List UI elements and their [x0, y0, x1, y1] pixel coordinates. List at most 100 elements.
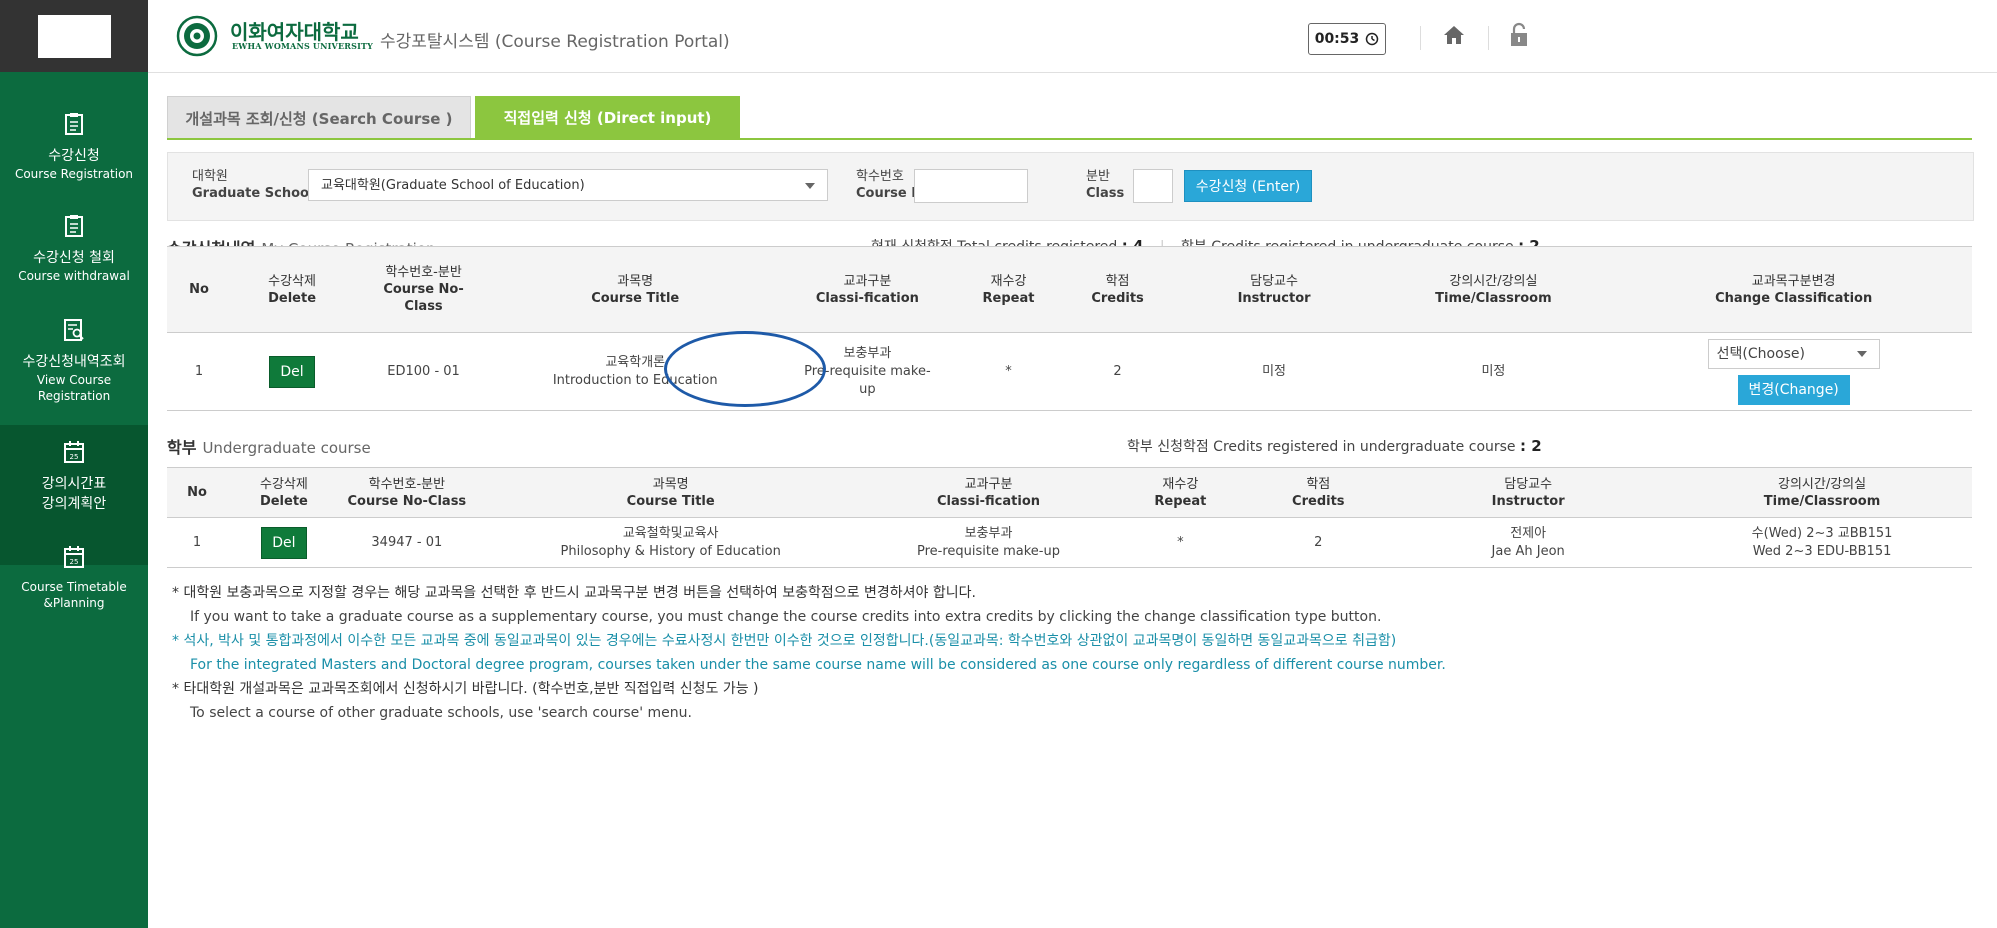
sidebar-item-label-en2: Registration: [37, 389, 111, 403]
enter-registration-button[interactable]: 수강신청 (Enter): [1184, 170, 1312, 202]
home-icon[interactable]: [1443, 24, 1465, 46]
search-doc-icon: [64, 319, 84, 341]
header-ko: 과목명: [617, 273, 654, 289]
svg-text:25: 25: [70, 453, 79, 461]
selected-value: 교육대학원(Graduate School of Education): [321, 178, 585, 193]
header-ko: 담당교수: [1504, 476, 1553, 492]
cell-classification: 보충부과 Pre-requisite make-up: [776, 333, 958, 411]
header-en: Delete: [259, 493, 308, 509]
sidebar-item-view-registration[interactable]: 수강신청내역조회 View Course Registration: [0, 318, 148, 404]
header-ko: 과목명: [652, 476, 689, 492]
col-instructor: 담당교수 Instructor: [1384, 467, 1673, 518]
time-ko: 수(Wed) 2~3 교BB151: [1751, 525, 1893, 541]
sidebar-item-label-ko: 수강신청내역조회: [22, 354, 126, 370]
title-en: Undergraduate course: [202, 439, 371, 457]
cell-delete: Del: [231, 333, 353, 411]
col-time: 강의시간/강의실 Time/Classroom: [1672, 467, 1972, 518]
header-en: Course Title: [626, 493, 715, 509]
my-registration-table: No 수강삭제 Delete 학수번호-분반 Course No- Class 과목명…: [167, 246, 1972, 411]
header-en: Credits: [1292, 493, 1345, 509]
sidebar-item-label-en: Course withdrawal: [18, 269, 130, 283]
sidebar-item-timetable[interactable]: 25 강의시간표 강의계획안: [0, 440, 148, 514]
sidebar-item-label-ko2: 강의계획안: [41, 496, 107, 512]
sidebar-item-label-ko: 수강신청 철회: [33, 250, 115, 266]
tab-underline: [167, 138, 1972, 140]
col-course-no: 학수번호-분반Course No-Class: [340, 467, 473, 518]
session-timer[interactable]: 00:53: [1308, 23, 1386, 55]
class-en: Pre-requisite make-up: [916, 543, 1060, 559]
sidebar-item-course-withdrawal[interactable]: 수강신청 철회 Course withdrawal: [0, 214, 148, 284]
calendar-icon: 25: [64, 441, 84, 463]
cell-repeat: *: [1177, 534, 1184, 550]
header-ko: 교과구분: [964, 476, 1013, 492]
cell-time: 수(Wed) 2~3 교BB151 Wed 2~3 EDU-BB151: [1672, 518, 1972, 568]
col-no: No: [167, 246, 232, 333]
divider: [1488, 26, 1489, 50]
class-input[interactable]: [1133, 169, 1173, 203]
title-en: Philosophy & History of Education: [560, 543, 781, 559]
note-3-ko: * 타대학원 개설과목은 교과목조회에서 신청하시기 바랍니다. (학수번호,분…: [172, 681, 759, 697]
class-ko: 보충부과: [964, 525, 1013, 541]
portal-title: 수강포탈시스템 (Course Registration Portal): [380, 32, 730, 52]
cell-credits: 2: [1113, 363, 1122, 379]
table-row: 1 Del 34947 - 01 교육철학및교육사 Philosophy & Hi…: [167, 518, 1972, 568]
course-no-input[interactable]: [914, 169, 1028, 203]
history-icon: [1366, 32, 1379, 46]
sidebar-item-course-registration[interactable]: 수강신청 Course Registration: [0, 112, 148, 182]
header-ko: 강의시간/강의실: [1777, 476, 1867, 492]
class-label: 분반 Class: [1086, 168, 1124, 202]
cell-delete: Del: [227, 518, 341, 568]
note-1-en: If you want to take a graduate course as…: [190, 609, 1382, 625]
col-credits: 학점 Credits: [1058, 246, 1177, 333]
university-seal-logo[interactable]: [176, 15, 218, 57]
sidebar-item-label-en: Course Registration: [14, 167, 134, 181]
graduate-school-select[interactable]: 교육대학원(Graduate School of Education): [308, 169, 828, 201]
table-row: 1 Del ED100 - 01 교육학개론 Introduction to Ed…: [167, 333, 1972, 411]
label-ko: 대학원: [192, 169, 228, 184]
label-en: Class: [1086, 186, 1125, 201]
sidebar-item-label-ko: 수강신청: [48, 148, 100, 164]
ug-credits-value: : 2: [1520, 437, 1542, 455]
note-3-en: To select a course of other graduate sch…: [190, 705, 692, 721]
header-en: Time/Classroom: [1763, 493, 1881, 509]
col-title: 과목명 Course Title: [494, 246, 777, 333]
time-en: Wed 2~3 EDU-BB151: [1752, 543, 1892, 559]
clipboard-icon: [65, 113, 83, 135]
header-ko: 수강삭제: [268, 273, 316, 289]
classification-select[interactable]: 선택(Choose): [1707, 338, 1880, 369]
header-en2: Class: [404, 299, 443, 314]
cell-no: 1: [194, 363, 204, 379]
title-ko: 교육철학및교육사: [622, 525, 719, 541]
header-ko: 수강삭제: [259, 476, 308, 492]
cell-classification: 보충부과 Pre-requisite make-up: [869, 518, 1109, 568]
note-1-ko: * 대학원 보충과목으로 지정할 경우는 해당 교과목을 선택한 후 반드시 교…: [172, 585, 976, 601]
cell-course-no: ED100 - 01: [387, 363, 460, 379]
graduate-school-label: 대학원 Graduate School: [192, 168, 313, 202]
logo-placeholder: [38, 15, 111, 58]
cell-change-classification: 선택(Choose) 변경(Change): [1615, 333, 1972, 411]
table-header-row: No 수강삭제Delete 학수번호-분반 Course No- Class 과목명…: [167, 246, 1972, 333]
change-classification-button[interactable]: 변경(Change): [1737, 374, 1850, 405]
sidebar-item-label-en: Course Timetable: [21, 580, 127, 594]
header-ko: 학수번호-분반: [368, 476, 446, 492]
header-en: Repeat: [1154, 493, 1207, 509]
instructor-ko: 전제아: [1510, 525, 1547, 541]
header-en: Instructor: [1491, 493, 1565, 509]
delete-button[interactable]: Del: [260, 526, 307, 559]
header-en: Delete: [268, 290, 317, 306]
cell-time: 미정: [1481, 363, 1506, 379]
sidebar-item-label-ko: 강의시간표: [41, 476, 107, 492]
top-bar: 이화여자대학교 EWHA WOMANS UNIVERSITY 수강포탈시스템 (…: [148, 0, 1997, 73]
sidebar-item-course-timetable-planning[interactable]: 25 Course Timetable &Planning: [0, 545, 148, 611]
header-en: Classi-fication: [815, 290, 919, 306]
header-en: Time/Classroom: [1435, 290, 1552, 306]
cell-instructor: 미정: [1262, 363, 1287, 379]
tab-search-course[interactable]: 개설과목 조회/신청 (Search Course ): [167, 96, 471, 140]
lock-icon[interactable]: [1510, 22, 1528, 48]
cell-repeat: *: [1005, 363, 1012, 379]
cell-no: 1: [192, 534, 202, 550]
delete-button[interactable]: Del: [269, 355, 316, 388]
ug-credits-label: 학부 신청학점 Credits registered in undergradu…: [1127, 439, 1516, 455]
tab-direct-input[interactable]: 직접입력 신청 (Direct input): [475, 96, 740, 139]
col-classification: 교과구분 Classi-fication: [776, 246, 959, 333]
